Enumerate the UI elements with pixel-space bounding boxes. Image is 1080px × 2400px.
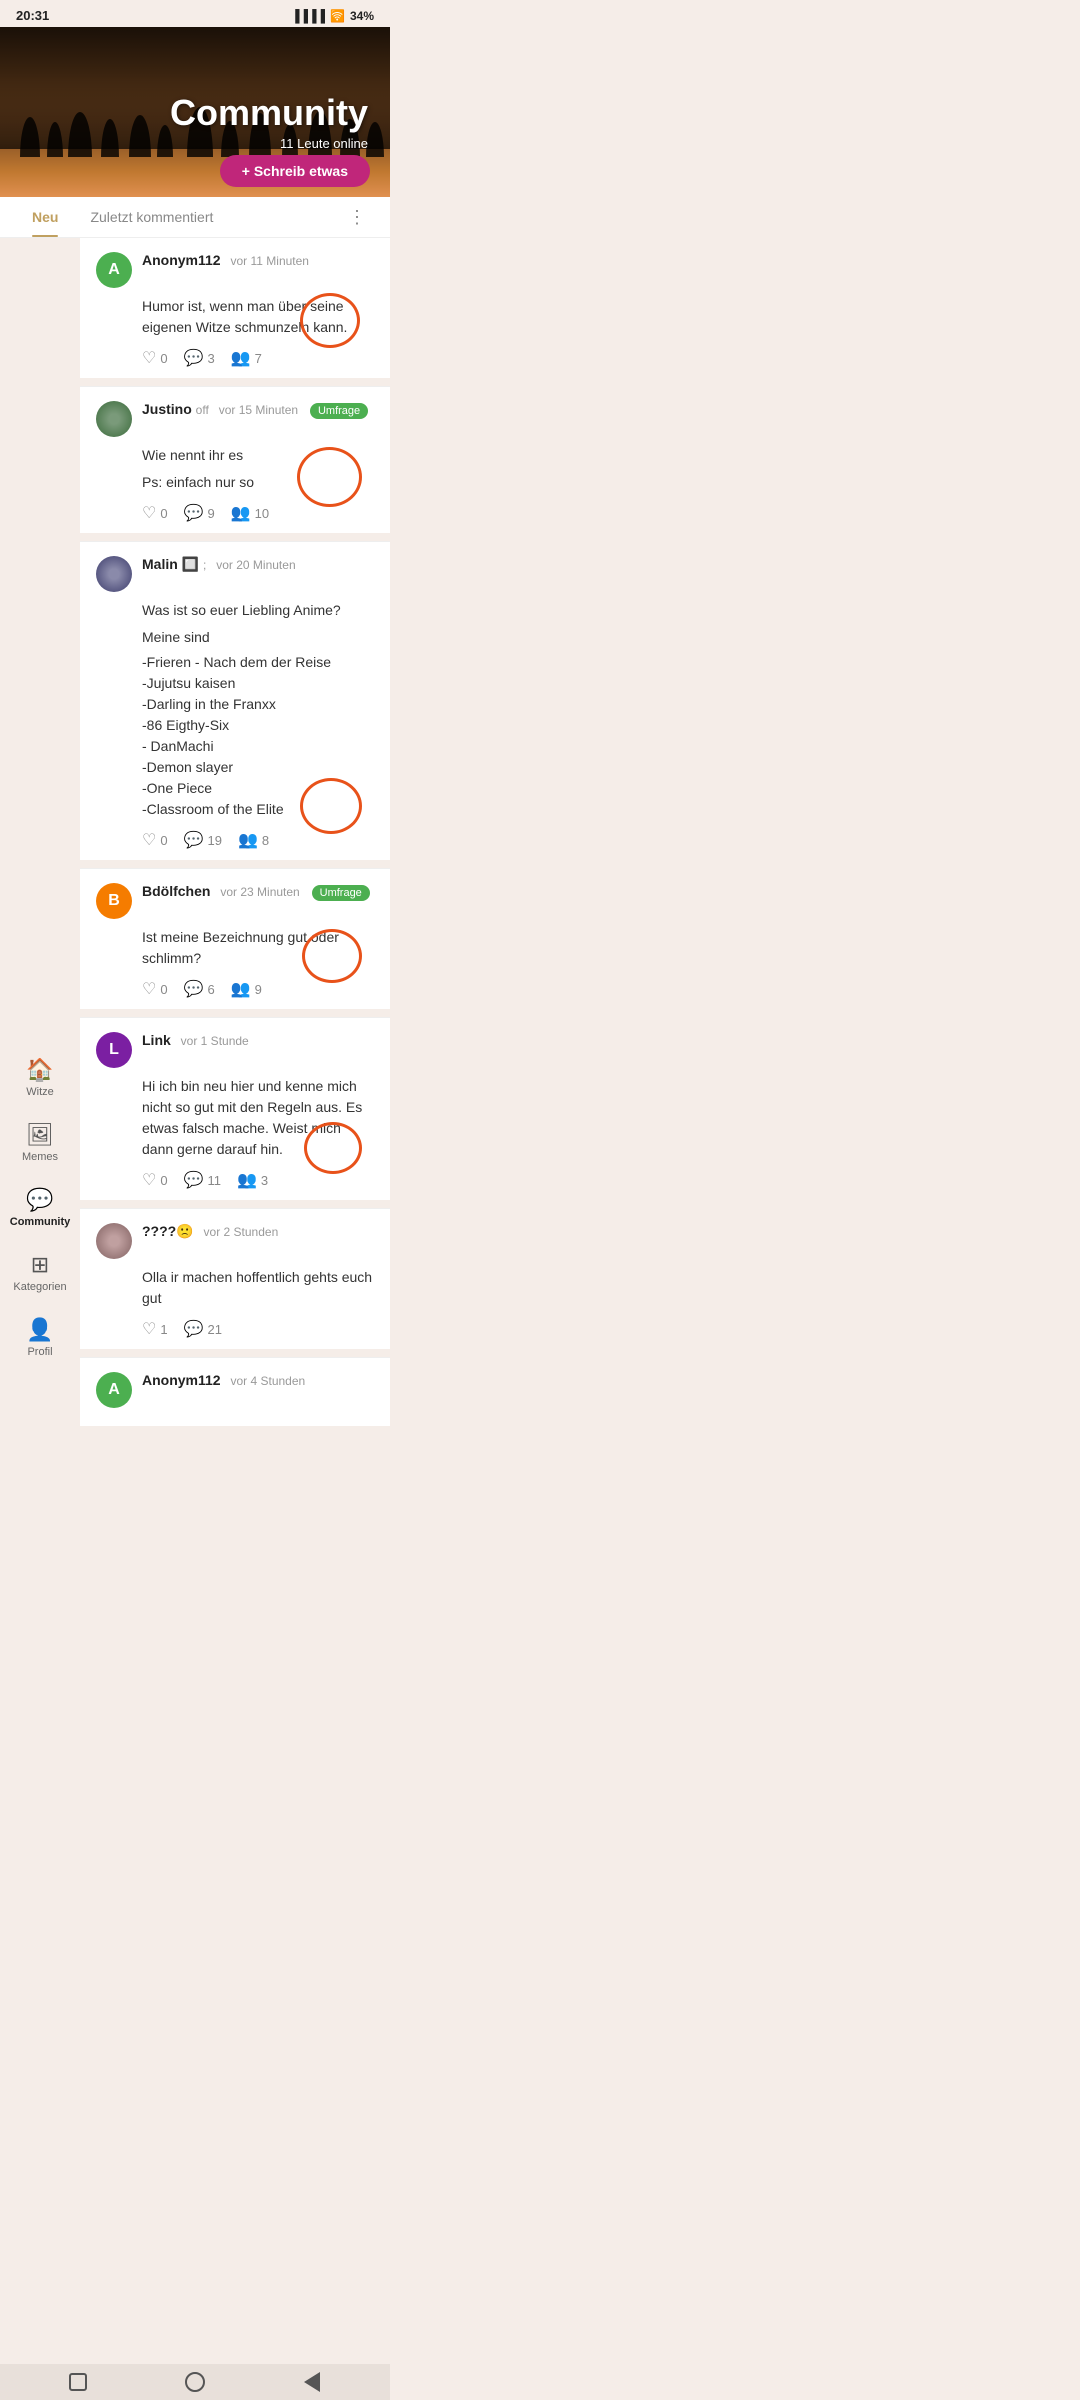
heart-icon: ♡ [142,503,156,523]
post-item: B Bdölfchen vor 23 Minuten Umfrage Ist m… [80,869,390,1009]
post-meta: Link vor 1 Stunde [142,1032,374,1048]
square-icon [69,2373,87,2391]
heart-icon: ♡ [142,979,156,999]
like-button[interactable]: ♡ 0 [142,1170,168,1190]
circle-icon [185,2372,205,2392]
avatar: A [96,252,132,288]
sidebar-nav: 🏠 Witze 🖼 Memes 💬 Community ⊞ Kategorien… [0,50,80,2364]
battery: 34% [350,9,374,23]
comment-icon: 💬 [184,503,204,523]
avatar: A [96,1372,132,1408]
post-item: A Anonym112 vor 11 Minuten Humor ist, we… [80,238,390,378]
post-actions: ♡ 1 💬 21 [142,1319,374,1339]
nav-back-button[interactable] [297,2367,327,2397]
heart-icon: ♡ [142,830,156,850]
post-meta: Anonym112 vor 11 Minuten [142,252,374,268]
avatar [96,1223,132,1259]
comment-icon: 💬 [184,979,204,999]
heart-icon: ♡ [142,1170,156,1190]
community-icon: 💬 [26,1187,53,1213]
like-button[interactable]: ♡ 0 [142,503,168,523]
badge-umfrage: Umfrage [310,403,368,419]
like-button[interactable]: ♡ 0 [142,830,168,850]
post-item: ????🙁 vor 2 Stunden Olla ir machen hoffe… [80,1209,390,1349]
post-meta: Bdölfchen vor 23 Minuten Umfrage [142,883,374,899]
status-icons: ▐▐▐▐ 🛜 34% [291,9,374,23]
post-item: Justino off vor 15 Minuten Umfrage Wie n… [80,387,390,533]
post-item: A Anonym112 vor 4 Stunden [80,1358,390,1426]
like-button[interactable]: ♡ 1 [142,1319,168,1339]
people-icon: 👥 [238,830,258,850]
write-button[interactable]: + Schreib etwas [220,155,370,187]
triangle-icon [304,2372,320,2392]
tab-zuletzt[interactable]: Zuletzt kommentiert [74,197,229,237]
home-icon: 🏠 [26,1057,53,1083]
post-meta: Malin 🔲 ; vor 20 Minuten [142,556,374,573]
avatar [96,401,132,437]
like-button[interactable]: ♡ 0 [142,348,168,368]
comment-button[interactable]: 💬 9 [184,503,215,523]
sidebar-item-kategorien[interactable]: ⊞ Kategorien [8,1244,72,1301]
nav-square-button[interactable] [63,2367,93,2397]
comment-icon: 💬 [184,1170,204,1190]
wifi-icon: 🛜 [330,9,345,23]
post-actions: ♡ 0 💬 6 👥 9 [142,979,374,999]
kategorien-icon: ⊞ [31,1252,49,1278]
heart-icon: ♡ [142,348,156,368]
status-bar: 20:31 ▐▐▐▐ 🛜 34% [0,0,390,27]
members-button[interactable]: 👥 10 [231,503,269,523]
post-actions: ♡ 0 💬 9 👥 10 [142,503,374,523]
members-button[interactable]: 👥 8 [238,830,269,850]
comment-button[interactable]: 💬 3 [184,348,215,368]
post-meta: ????🙁 vor 2 Stunden [142,1223,374,1240]
nav-home-button[interactable] [180,2367,210,2397]
signal-icon: ▐▐▐▐ [291,9,325,23]
like-button[interactable]: ♡ 0 [142,979,168,999]
avatar: B [96,883,132,919]
comment-icon: 💬 [184,830,204,850]
sidebar-item-community[interactable]: 💬 Community [8,1179,72,1236]
heart-icon: ♡ [142,1319,156,1339]
post-item: Malin 🔲 ; vor 20 Minuten Was ist so euer… [80,542,390,860]
comment-button[interactable]: 💬 19 [184,830,222,850]
post-actions: ♡ 0 💬 19 👥 8 [142,830,374,850]
post-actions: ♡ 0 💬 11 👥 3 [142,1170,374,1190]
members-button[interactable]: 👥 9 [231,979,262,999]
people-icon: 👥 [231,503,251,523]
comment-button[interactable]: 💬 6 [184,979,215,999]
post-actions: ♡ 0 💬 3 👥 7 [142,348,374,368]
sidebar-item-memes[interactable]: 🖼 Memes [8,1114,72,1171]
post-meta: Justino off vor 15 Minuten Umfrage [142,401,374,417]
badge-umfrage: Umfrage [312,885,370,901]
sidebar-item-witze[interactable]: 🏠 Witze [8,1049,72,1106]
avatar: L [96,1032,132,1068]
profil-icon: 👤 [26,1317,53,1343]
people-icon: 👥 [231,979,251,999]
comment-icon: 💬 [184,1319,204,1339]
sidebar-item-profil[interactable]: 👤 Profil [8,1309,72,1366]
comment-button[interactable]: 💬 11 [184,1170,221,1190]
comment-icon: 💬 [184,348,204,368]
people-icon: 👥 [237,1170,257,1190]
memes-icon: 🖼 [26,1122,54,1148]
comment-button[interactable]: 💬 21 [184,1319,222,1339]
post-item: L Link vor 1 Stunde Hi ich bin neu hier … [80,1018,390,1200]
members-button[interactable]: 👥 7 [231,348,262,368]
post-meta: Anonym112 vor 4 Stunden [142,1372,374,1388]
time: 20:31 [16,8,49,23]
bottom-nav-bar [0,2364,390,2400]
tabs-more-button[interactable]: ⋮ [340,199,374,236]
members-button[interactable]: 👥 3 [237,1170,268,1190]
people-icon: 👥 [231,348,251,368]
avatar [96,556,132,592]
posts-feed: A Anonym112 vor 11 Minuten Humor ist, we… [80,238,390,1514]
